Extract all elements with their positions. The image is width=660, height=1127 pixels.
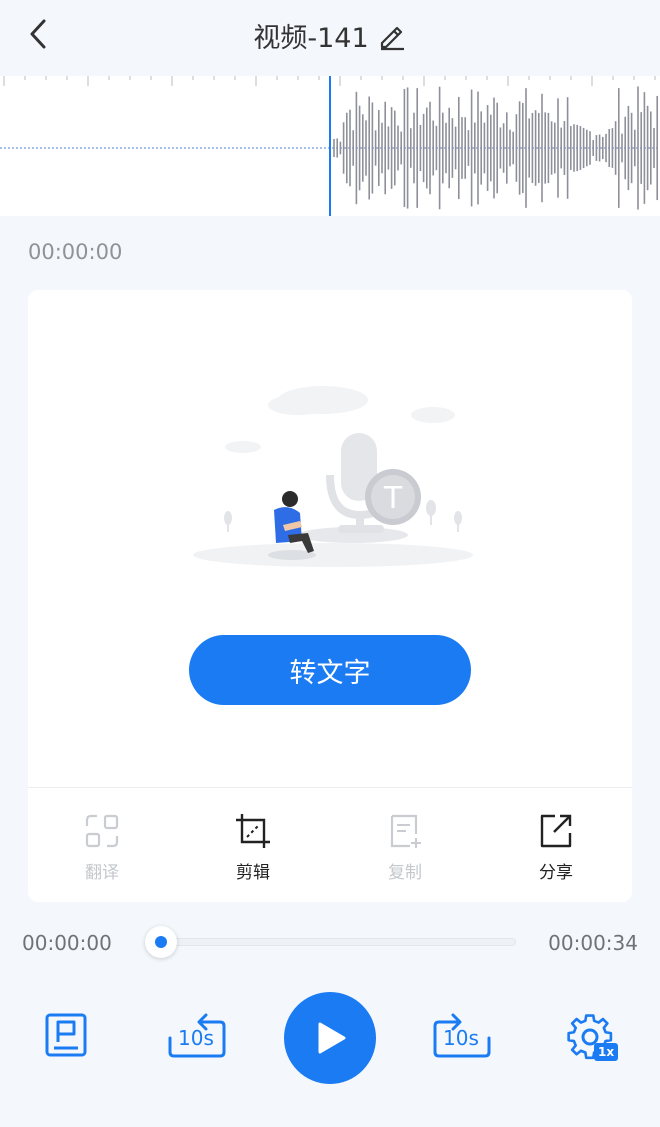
action-toolbar: 翻译 剪辑 复制 分享	[28, 800, 632, 890]
divider	[28, 787, 632, 788]
rewind-label: 10s	[178, 1026, 214, 1050]
pencil-icon[interactable]	[377, 21, 407, 51]
forward-10s-button[interactable]: 10s	[431, 1012, 493, 1064]
share-button[interactable]: 分享	[496, 800, 616, 890]
flag-note-icon	[45, 1013, 87, 1057]
share-icon	[540, 814, 572, 848]
crop-button[interactable]: 剪辑	[193, 800, 313, 890]
translate-label: 翻译	[85, 863, 119, 883]
title-container: 视频-141	[0, 16, 660, 55]
settings-speed-button[interactable]: 1x	[566, 1012, 622, 1066]
forward-label: 10s	[443, 1026, 479, 1050]
svg-text:T: T	[383, 481, 403, 516]
microphone-text-illustration: T	[193, 386, 473, 567]
page-title: 视频-141	[253, 23, 369, 54]
copy-icon	[390, 814, 421, 848]
copy-button[interactable]: 复制	[345, 800, 465, 890]
share-label: 分享	[539, 863, 573, 883]
convert-to-text-button[interactable]: 转文字	[189, 635, 471, 705]
progress-thumb[interactable]	[145, 926, 177, 958]
play-button[interactable]	[284, 992, 376, 1084]
waveform-panel[interactable]	[0, 76, 660, 216]
rewind-10s-button[interactable]: 10s	[166, 1012, 228, 1064]
progress-track[interactable]	[160, 938, 516, 946]
translate-button[interactable]: 翻译	[42, 800, 162, 890]
crop-icon	[236, 814, 270, 848]
elapsed-time: 00:00:00	[22, 931, 112, 955]
waveform-graphic	[0, 76, 660, 216]
total-time: 00:00:34	[548, 931, 638, 955]
header-bar: 视频-141	[0, 0, 660, 68]
copy-label: 复制	[388, 863, 422, 883]
translate-icon	[85, 814, 119, 848]
transcript-card: T 转文字 翻译 剪辑 复制 分享	[28, 290, 632, 902]
speed-badge: 1x	[594, 1043, 619, 1061]
crop-label: 剪辑	[236, 863, 270, 883]
play-icon	[318, 1022, 346, 1054]
bookmark-button[interactable]	[44, 1012, 88, 1062]
current-position-label: 00:00:00	[28, 240, 123, 264]
